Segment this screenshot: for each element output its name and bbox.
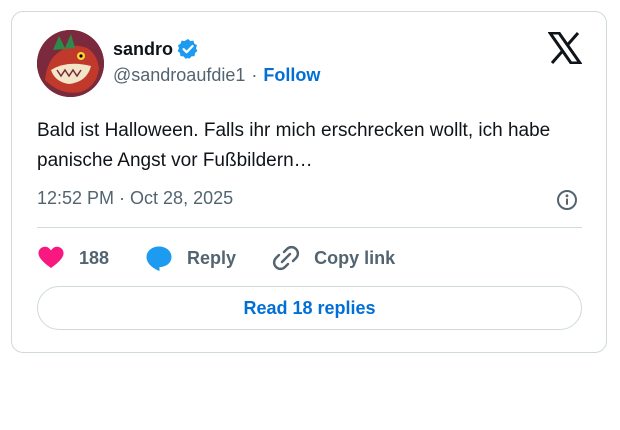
- link-icon: [273, 245, 300, 271]
- action-bar: 188 Reply Copy link: [37, 242, 431, 274]
- reply-bubble-icon: [146, 246, 172, 271]
- author-name-row: sandro: [113, 38, 199, 60]
- author-handle[interactable]: @sandroaufdie1: [113, 65, 245, 86]
- avatar[interactable]: [37, 30, 104, 97]
- like-count: 188: [79, 247, 110, 268]
- reply-button[interactable]: Reply: [145, 244, 236, 272]
- x-logo-icon[interactable]: [547, 31, 583, 65]
- read-replies-button[interactable]: Read 18 replies: [37, 286, 582, 330]
- reply-label: Reply: [187, 247, 237, 268]
- follow-button[interactable]: Follow: [263, 65, 320, 86]
- tweet-card: sandro @sandroaufdie1 · Follow Bald ist …: [11, 11, 607, 353]
- info-icon[interactable]: [556, 189, 578, 211]
- author-display-name[interactable]: sandro: [113, 39, 173, 60]
- tweet-timestamp[interactable]: 12:52 PM · Oct 28, 2025: [37, 188, 233, 209]
- copy-link-label: Copy link: [314, 247, 396, 268]
- tweet-text: Bald ist Halloween. Falls ihr mich ersch…: [37, 120, 551, 171]
- like-button[interactable]: 188: [37, 244, 109, 272]
- copy-link-button[interactable]: Copy link: [272, 244, 395, 272]
- verified-badge-icon: [177, 38, 199, 60]
- author-handle-row: @sandroaufdie1 · Follow: [113, 65, 320, 86]
- heart-icon: [38, 246, 64, 268]
- divider: [37, 227, 582, 228]
- separator-dot: ·: [251, 65, 258, 85]
